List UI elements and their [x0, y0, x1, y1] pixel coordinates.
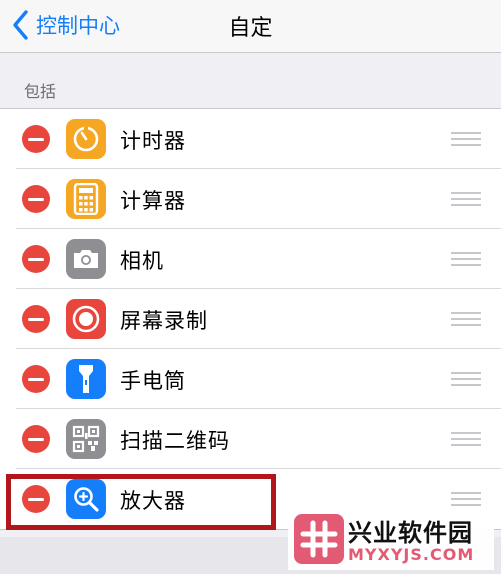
- magnifier-icon: [66, 479, 106, 519]
- watermark-url: MYXYJS.COM: [348, 545, 475, 564]
- calculator-icon: [66, 179, 106, 219]
- list-item-label: 放大器: [120, 489, 186, 513]
- remove-button[interactable]: [22, 245, 50, 273]
- reorder-handle-icon[interactable]: [451, 312, 481, 326]
- site-logo-icon: [294, 514, 344, 564]
- remove-button[interactable]: [22, 305, 50, 333]
- screen-record-icon: [66, 299, 106, 339]
- qr-code-icon: [66, 419, 106, 459]
- list-item-label: 计时器: [120, 129, 186, 153]
- list-item-scan-qr-code: 扫描二维码: [0, 409, 501, 469]
- list-item-calculator: 计算器: [0, 169, 501, 229]
- list-item-label: 相机: [120, 249, 164, 273]
- reorder-handle-icon[interactable]: [451, 192, 481, 206]
- remove-button[interactable]: [22, 125, 50, 153]
- remove-button[interactable]: [22, 185, 50, 213]
- navigation-bar: 控制中心 自定: [0, 0, 501, 53]
- reorder-handle-icon[interactable]: [451, 372, 481, 386]
- timer-icon: [66, 119, 106, 159]
- list-item-label: 屏幕录制: [120, 309, 208, 333]
- list-item-label: 计算器: [120, 189, 186, 213]
- list-item-camera: 相机: [0, 229, 501, 289]
- list-item-label: 手电筒: [120, 369, 186, 393]
- list-item-flashlight: 手电筒: [0, 349, 501, 409]
- reorder-handle-icon[interactable]: [451, 492, 481, 506]
- remove-button[interactable]: [22, 485, 50, 513]
- watermark-title: 兴业软件园: [348, 519, 473, 547]
- camera-icon: [66, 239, 106, 279]
- reorder-handle-icon[interactable]: [451, 432, 481, 446]
- list-item-screen-recording: 屏幕录制: [0, 289, 501, 349]
- flashlight-icon: [66, 359, 106, 399]
- list-item-timer: 计时器: [0, 109, 501, 169]
- watermark: 兴业软件园 MYXYJS.COM: [288, 508, 494, 570]
- reorder-handle-icon[interactable]: [451, 132, 481, 146]
- included-controls-list: 计时器 计算器 相机 屏幕录制 手电筒 扫描二维码 放大器: [0, 108, 501, 530]
- page-title: 自定: [228, 16, 273, 41]
- section-header: 包括: [24, 82, 57, 101]
- remove-button[interactable]: [22, 365, 50, 393]
- remove-button[interactable]: [22, 425, 50, 453]
- reorder-handle-icon[interactable]: [451, 252, 481, 266]
- list-item-label: 扫描二维码: [120, 429, 230, 453]
